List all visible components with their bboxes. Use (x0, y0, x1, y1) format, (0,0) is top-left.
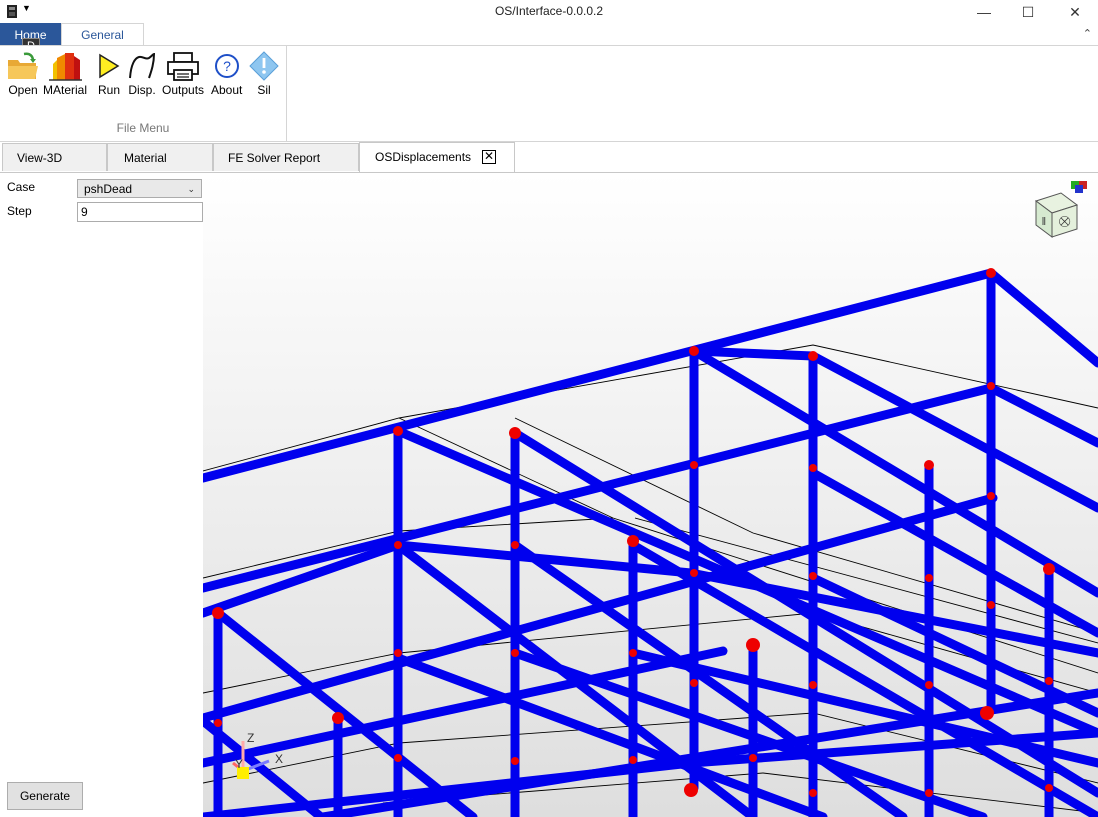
run-button[interactable]: Run (96, 50, 122, 97)
tab-general[interactable]: General (61, 23, 144, 45)
maximize-button[interactable]: ☐ (1005, 0, 1051, 24)
case-dropdown[interactable]: pshDead ⌄ (77, 179, 202, 198)
tab-material[interactable]: Material (107, 143, 213, 171)
info-diamond-icon (249, 51, 279, 81)
outputs-label: Outputs (162, 83, 205, 97)
parameters-panel: Case pshDead ⌄ Step 9 Generate (0, 173, 203, 817)
axis-z-label: Z (247, 731, 254, 745)
close-tab-icon[interactable]: ✕ (482, 150, 496, 164)
minimize-button[interactable]: — (961, 0, 1007, 24)
material-label: MAterial (43, 83, 88, 97)
tab-label: OSDisplacements (375, 150, 472, 164)
open-button[interactable]: Open (6, 50, 40, 97)
step-input[interactable]: 9 (77, 202, 203, 222)
sil-label: Sil (257, 83, 271, 97)
tab-label: FE Solver Report (228, 151, 321, 165)
tab-fe-solver-report[interactable]: FE Solver Report (213, 143, 359, 171)
group-label: File Menu (116, 121, 170, 135)
title-bar: ▼ OS/Interface-0.0.0.2 — ☐ ✕ (0, 0, 1098, 24)
displacement-label: Disp. (128, 83, 156, 97)
help-icon: ? (214, 54, 239, 78)
svg-text:⛒: ⛒ (1059, 216, 1071, 228)
folder-open-icon (8, 52, 38, 79)
axis-x-label: X (275, 752, 283, 766)
svg-text:𝍪: 𝍪 (1042, 216, 1046, 228)
play-icon (99, 53, 120, 79)
beam-members (203, 268, 1098, 817)
tab-view-3d[interactable]: View-3D (2, 143, 107, 171)
tab-os-displacements[interactable]: OSDisplacements ✕ (359, 142, 515, 172)
printer-icon (167, 52, 199, 81)
svg-text:?: ? (223, 58, 231, 74)
3d-viewport[interactable]: Z Y X 𝍪 ⛒ (203, 173, 1098, 817)
about-button[interactable]: ? About (211, 50, 242, 97)
sil-button[interactable]: Sil (248, 50, 280, 97)
axis-y-label: Y (235, 757, 243, 771)
case-label: Case (7, 180, 36, 194)
view-cube-icon[interactable]: 𝍪 ⛒ (1034, 181, 1087, 238)
about-label: About (211, 83, 243, 97)
ribbon-panel: Open MAterial Run Disp. Outputs ? About … (0, 45, 1098, 142)
step-label: Step (7, 204, 32, 218)
displacement-curve-icon (129, 52, 156, 79)
run-label: Run (97, 83, 120, 97)
material-button[interactable]: MAterial (43, 50, 87, 97)
close-window-button[interactable]: ✕ (1052, 0, 1098, 24)
open-label: Open (8, 83, 38, 97)
document-tab-strip: View-3D Material FE Solver Report OSDisp… (0, 141, 1098, 173)
displacement-button[interactable]: Disp. (127, 50, 157, 97)
outputs-button[interactable]: Outputs (162, 50, 204, 97)
frame-model[interactable]: Z Y X 𝍪 ⛒ (203, 173, 1098, 817)
generate-button[interactable]: Generate (7, 782, 83, 810)
tab-label: View-3D (17, 151, 63, 165)
collapse-ribbon-button[interactable]: ⌃ (1083, 27, 1092, 40)
ribbon-tab-strip: Home General D ⌃ (0, 23, 1098, 55)
window-title: OS/Interface-0.0.0.2 (494, 4, 604, 18)
tab-label: Material (124, 151, 167, 165)
chevron-down-icon: ⌄ (187, 184, 195, 194)
file-menu-group: Open MAterial Run Disp. Outputs ? About … (0, 46, 287, 141)
case-value: pshDead (84, 182, 133, 196)
material-bars-icon (49, 53, 82, 81)
